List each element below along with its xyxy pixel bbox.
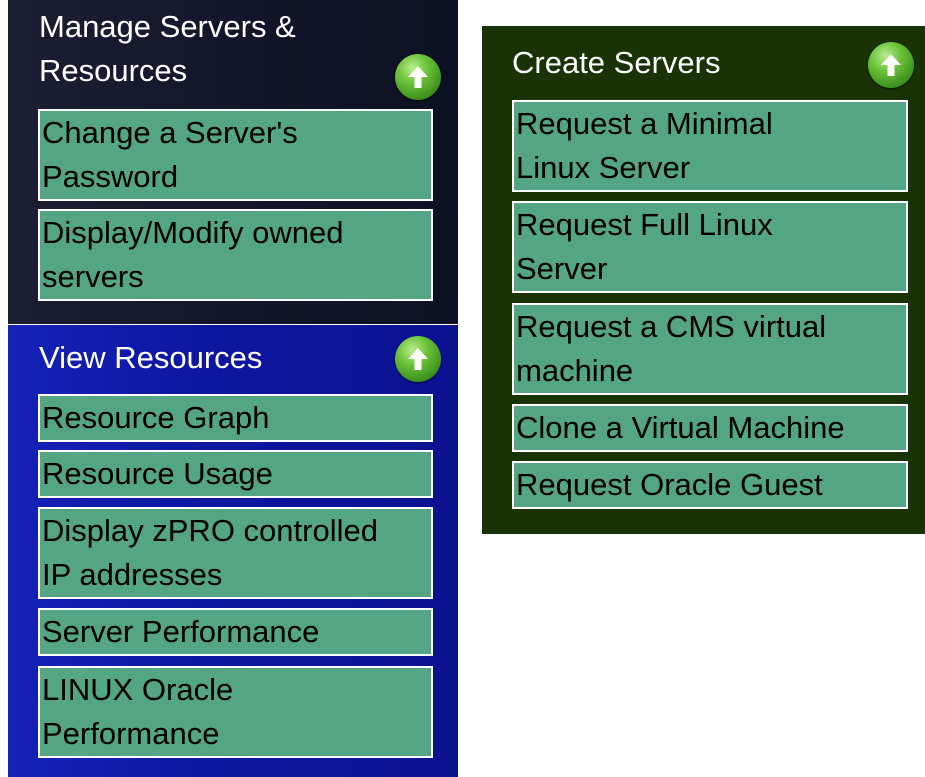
create-servers-title: Create Servers [512,45,721,80]
clone-virtual-machine-link[interactable]: Clone a Virtual Machine [512,404,908,452]
display-zpro-ip-link[interactable]: Display zPRO controlled IP addresses [38,507,433,599]
up-arrow-icon [408,66,428,88]
manage-servers-title: Manage Servers & Resources [39,9,296,88]
request-oracle-guest-link[interactable]: Request Oracle Guest [512,461,908,509]
manage-servers-collapse-button[interactable] [395,54,441,100]
create-servers-collapse-button[interactable] [868,42,914,88]
linux-oracle-performance-link[interactable]: LINUX Oracle Performance [38,666,433,758]
request-full-linux-link[interactable]: Request Full Linux Server [512,201,908,293]
up-arrow-icon [408,348,428,370]
request-minimal-linux-link[interactable]: Request a Minimal Linux Server [512,100,908,192]
create-servers-panel: Create Servers Request a Minimal Linux S… [482,26,925,534]
view-resources-title: View Resources [39,340,263,375]
manage-servers-panel: Manage Servers & Resources Change a Serv… [8,0,458,324]
view-resources-panel: View Resources Resource Graph Resource U… [8,325,458,777]
request-cms-vm-link[interactable]: Request a CMS virtual machine [512,303,908,395]
change-server-password-link[interactable]: Change a Server's Password [38,109,433,201]
resource-usage-link[interactable]: Resource Usage [38,450,433,498]
resource-graph-link[interactable]: Resource Graph [38,394,433,442]
server-performance-link[interactable]: Server Performance [38,608,433,656]
up-arrow-icon [881,54,901,76]
display-modify-servers-link[interactable]: Display/Modify owned servers [38,209,433,301]
view-resources-collapse-button[interactable] [395,336,441,382]
